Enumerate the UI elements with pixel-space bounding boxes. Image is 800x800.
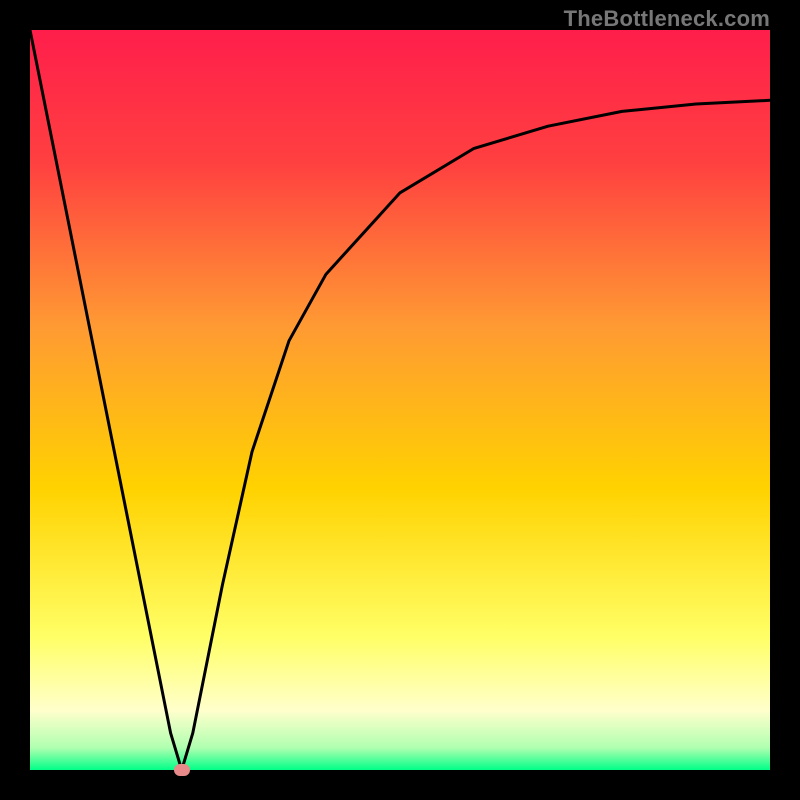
optimal-point-marker <box>174 764 190 776</box>
bottleneck-curve <box>30 30 770 770</box>
chart-container: TheBottleneck.com <box>0 0 800 800</box>
curve-layer <box>30 30 770 770</box>
plot-area <box>30 30 770 770</box>
watermark-text: TheBottleneck.com <box>564 6 770 32</box>
